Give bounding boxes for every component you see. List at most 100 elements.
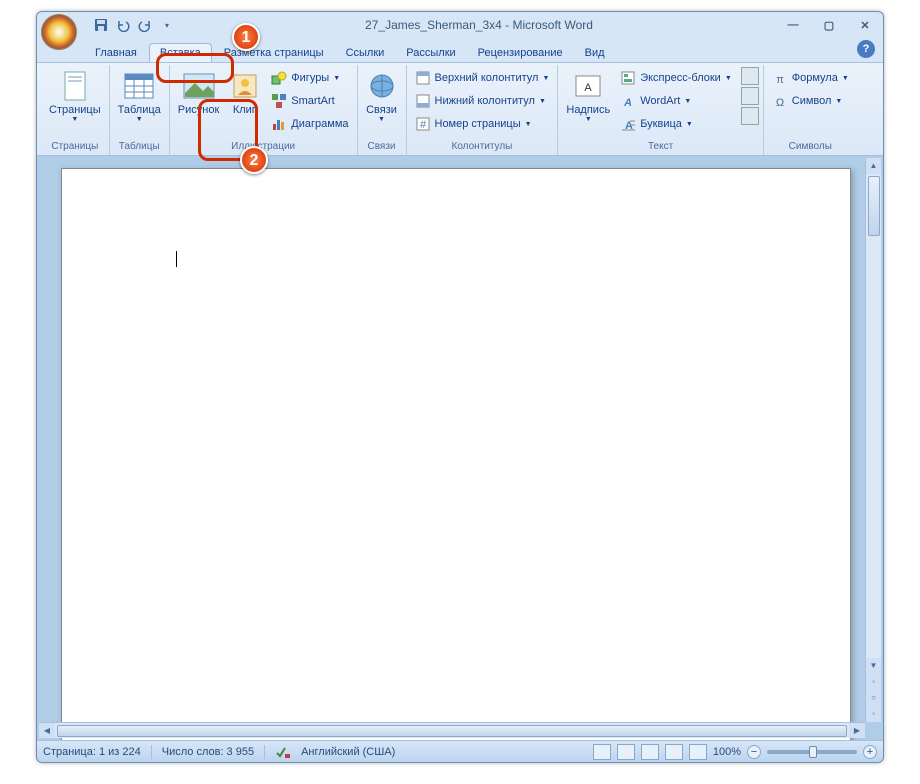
scroll-right-icon[interactable]: ▶	[849, 723, 865, 738]
group-text-label: Текст	[562, 140, 758, 153]
tab-references[interactable]: Ссылки	[336, 44, 395, 62]
clip-label: Клип	[233, 104, 258, 116]
zoom-level[interactable]: 100%	[713, 746, 741, 758]
shapes-button[interactable]: Фигуры ▼	[267, 67, 352, 89]
horizontal-scrollbar[interactable]: ◀ ▶	[39, 722, 865, 738]
wordart-button[interactable]: A WordArt ▼	[616, 90, 736, 112]
table-button[interactable]: Таблица ▼	[114, 67, 165, 135]
page-icon	[59, 70, 91, 102]
text-extra-icons	[741, 67, 759, 125]
maximize-button[interactable]: ▢	[817, 16, 841, 34]
qat-customize-icon[interactable]: ▾	[157, 15, 177, 35]
close-button[interactable]: ✕	[853, 16, 877, 34]
page-number-button[interactable]: # Номер страницы ▼	[411, 113, 554, 135]
formula-button[interactable]: π Формула ▼	[768, 67, 853, 89]
office-button[interactable]	[41, 14, 77, 50]
scroll-thumb[interactable]	[868, 176, 880, 236]
status-page[interactable]: Страница: 1 из 224	[43, 746, 141, 758]
smartart-button[interactable]: SmartArt	[267, 90, 352, 112]
text-cursor	[176, 251, 177, 267]
svg-text:#: #	[419, 119, 426, 131]
browse-prev-icon[interactable]: ◦	[866, 674, 881, 690]
header-footer-stack: Верхний колонтитул ▼ Нижний колонтитул ▼…	[411, 67, 554, 135]
status-word-count[interactable]: Число слов: 3 955	[162, 746, 254, 758]
link-icon	[366, 70, 398, 102]
view-web-icon[interactable]	[641, 744, 659, 760]
page-number-icon: #	[415, 116, 431, 132]
save-icon[interactable]	[91, 15, 111, 35]
group-pages: Страницы ▼ Страницы	[41, 65, 110, 155]
help-icon[interactable]: ?	[857, 40, 875, 58]
table-icon	[123, 70, 155, 102]
view-print-layout-icon[interactable]	[593, 744, 611, 760]
minimize-button[interactable]: —	[781, 16, 805, 34]
undo-icon[interactable]	[113, 15, 133, 35]
tab-home[interactable]: Главная	[85, 44, 147, 62]
redo-icon[interactable]	[135, 15, 155, 35]
zoom-handle[interactable]	[809, 746, 817, 758]
tab-review[interactable]: Рецензирование	[468, 44, 573, 62]
browse-object-icon[interactable]: ○	[866, 690, 881, 706]
view-fullscreen-icon[interactable]	[617, 744, 635, 760]
view-draft-icon[interactable]	[689, 744, 707, 760]
zoom-out-button[interactable]: −	[747, 745, 761, 759]
links-button[interactable]: Связи ▼	[362, 67, 402, 135]
group-pages-label: Страницы	[45, 140, 105, 153]
clip-button[interactable]: Клип	[225, 67, 265, 135]
app-window: ▾ 27_James_Sherman_3x4 - Microsoft Word …	[36, 11, 884, 763]
chevron-down-icon: ▼	[842, 75, 849, 82]
group-symbols-label: Символы	[768, 140, 853, 153]
separator	[151, 745, 152, 759]
status-bar: Страница: 1 из 224 Число слов: 3 955 Анг…	[37, 740, 883, 762]
group-illustrations: Рисунок Клип Фигуры ▼ Sm	[170, 65, 358, 155]
textbox-label: Надпись	[566, 104, 610, 116]
svg-text:A: A	[585, 82, 593, 94]
date-time-icon[interactable]	[741, 87, 759, 105]
pages-button[interactable]: Страницы ▼	[45, 67, 105, 135]
vertical-scrollbar[interactable]: ▲ ▼ ◦ ○ ◦	[865, 158, 881, 722]
header-icon	[415, 70, 431, 86]
scroll-down-icon[interactable]: ▼	[866, 658, 881, 674]
tab-mailings[interactable]: Рассылки	[396, 44, 465, 62]
browse-next-icon[interactable]: ◦	[866, 706, 881, 722]
tab-view[interactable]: Вид	[575, 44, 615, 62]
header-button[interactable]: Верхний колонтитул ▼	[411, 67, 554, 89]
tab-insert[interactable]: Вставка	[149, 43, 212, 62]
text-stack: Экспресс-блоки ▼ A WordArt ▼ A Буквица ▼	[616, 67, 736, 135]
group-header-footer: Верхний колонтитул ▼ Нижний колонтитул ▼…	[407, 65, 559, 155]
quick-parts-button[interactable]: Экспресс-блоки ▼	[616, 67, 736, 89]
textbox-button[interactable]: A Надпись ▼	[562, 67, 614, 135]
table-label: Таблица	[118, 104, 161, 116]
object-icon[interactable]	[741, 107, 759, 125]
titlebar: ▾ 27_James_Sherman_3x4 - Microsoft Word …	[37, 12, 883, 38]
footer-button[interactable]: Нижний колонтитул ▼	[411, 90, 554, 112]
window-controls: — ▢ ✕	[781, 16, 877, 34]
zoom-in-button[interactable]: +	[863, 745, 877, 759]
scroll-up-icon[interactable]: ▲	[866, 158, 881, 174]
spellcheck-icon[interactable]	[275, 744, 291, 760]
document-page[interactable]	[61, 168, 851, 740]
picture-label: Рисунок	[178, 104, 220, 116]
group-illustrations-label: Иллюстрации	[174, 140, 353, 153]
symbol-button[interactable]: Ω Символ ▼	[768, 90, 853, 112]
picture-button[interactable]: Рисунок	[174, 67, 224, 135]
status-right: 100% − +	[593, 744, 877, 760]
signature-line-icon[interactable]	[741, 67, 759, 85]
svg-text:π: π	[776, 74, 784, 86]
header-label: Верхний колонтитул	[435, 72, 539, 84]
view-outline-icon[interactable]	[665, 744, 683, 760]
chart-button[interactable]: Диаграмма	[267, 113, 352, 135]
chevron-down-icon: ▼	[835, 98, 842, 105]
window-title: 27_James_Sherman_3x4 - Microsoft Word	[177, 18, 781, 32]
dropcap-button[interactable]: A Буквица ▼	[616, 113, 736, 135]
group-tables: Таблица ▼ Таблицы	[110, 65, 170, 155]
symbol-icon: Ω	[772, 93, 788, 109]
tab-layout[interactable]: Разметка страницы	[214, 44, 334, 62]
smartart-icon	[271, 93, 287, 109]
scroll-thumb-h[interactable]	[57, 725, 847, 737]
quick-parts-icon	[620, 70, 636, 86]
status-language[interactable]: Английский (США)	[301, 746, 395, 758]
zoom-slider[interactable]	[767, 750, 857, 754]
illustrations-stack: Фигуры ▼ SmartArt Диаграмма	[267, 67, 352, 135]
scroll-left-icon[interactable]: ◀	[39, 723, 55, 738]
